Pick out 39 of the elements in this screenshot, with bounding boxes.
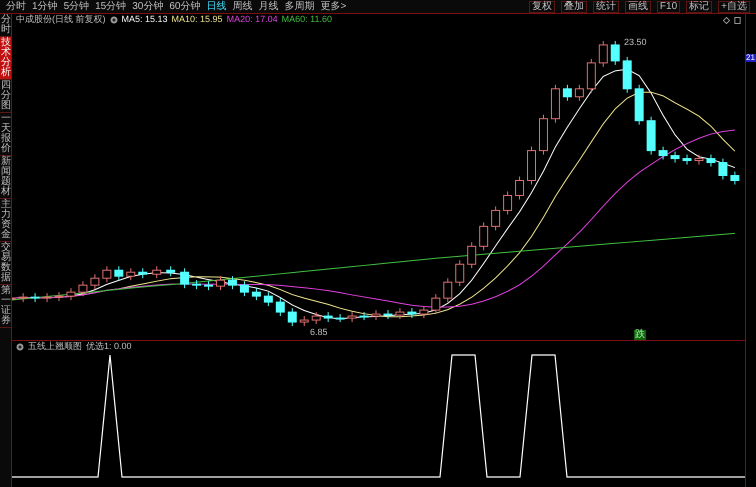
side-tab[interactable]: 交易数据 bbox=[0, 242, 11, 285]
ma-value: MA5: 15.13 bbox=[122, 13, 168, 26]
period-tab[interactable]: 1分钟 bbox=[32, 2, 58, 12]
ma-value: MA20: 17.04 bbox=[226, 13, 278, 26]
settings-icon[interactable] bbox=[16, 343, 24, 351]
toolbar-button[interactable]: 画线 bbox=[624, 0, 651, 12]
signal-marker: 跌 bbox=[634, 330, 646, 340]
side-tab[interactable]: 四分图 bbox=[0, 80, 11, 113]
low-price-label: 6.85 bbox=[310, 326, 328, 339]
period-tab[interactable]: 月线 bbox=[258, 2, 278, 12]
toolbar-button[interactable]: 标记 bbox=[686, 0, 712, 12]
side-tab[interactable]: 一天报价 bbox=[0, 113, 11, 156]
ma-value: MA60: 11.60 bbox=[282, 13, 332, 26]
side-tab[interactable]: 技术分析 bbox=[0, 37, 11, 80]
square-icon[interactable] bbox=[734, 16, 741, 24]
period-tab[interactable]: 5分钟 bbox=[64, 2, 90, 12]
period-tab[interactable]: 60分钟 bbox=[169, 2, 200, 12]
period-tab[interactable]: 15分钟 bbox=[95, 2, 126, 12]
period-tab[interactable]: 日线 bbox=[206, 2, 226, 12]
chart-title: 中成股份(日线 前复权) bbox=[16, 13, 106, 26]
side-tab[interactable]: 新闻题材 bbox=[0, 156, 11, 199]
period-tab[interactable]: 分时 bbox=[6, 2, 26, 12]
high-price-label: 23.50 bbox=[624, 36, 647, 49]
toolbar-button[interactable]: F10 bbox=[656, 0, 680, 12]
side-tab[interactable]: 主力资金 bbox=[0, 199, 11, 242]
period-tab[interactable]: 多周期 bbox=[284, 2, 314, 12]
indicator-title: 五线上翘顺图 bbox=[28, 340, 82, 354]
toolbar-button[interactable]: 叠加 bbox=[560, 0, 587, 12]
period-tab[interactable]: 30分钟 bbox=[132, 2, 164, 12]
price-tag: 21 bbox=[746, 54, 756, 62]
toolbar-button[interactable]: 复权 bbox=[528, 0, 555, 12]
settings-icon[interactable] bbox=[110, 16, 118, 24]
diamond-icon[interactable] bbox=[723, 16, 730, 24]
period-tab[interactable]: 周线 bbox=[232, 2, 252, 12]
ma-value: MA10: 15.95 bbox=[172, 13, 223, 26]
toolbar-button[interactable]: +自选 bbox=[718, 0, 750, 12]
period-tab[interactable]: 更多> bbox=[320, 2, 346, 12]
toolbar-button[interactable]: 统计 bbox=[592, 0, 619, 12]
indicator-value: 优选1: 0.00 bbox=[86, 340, 132, 354]
